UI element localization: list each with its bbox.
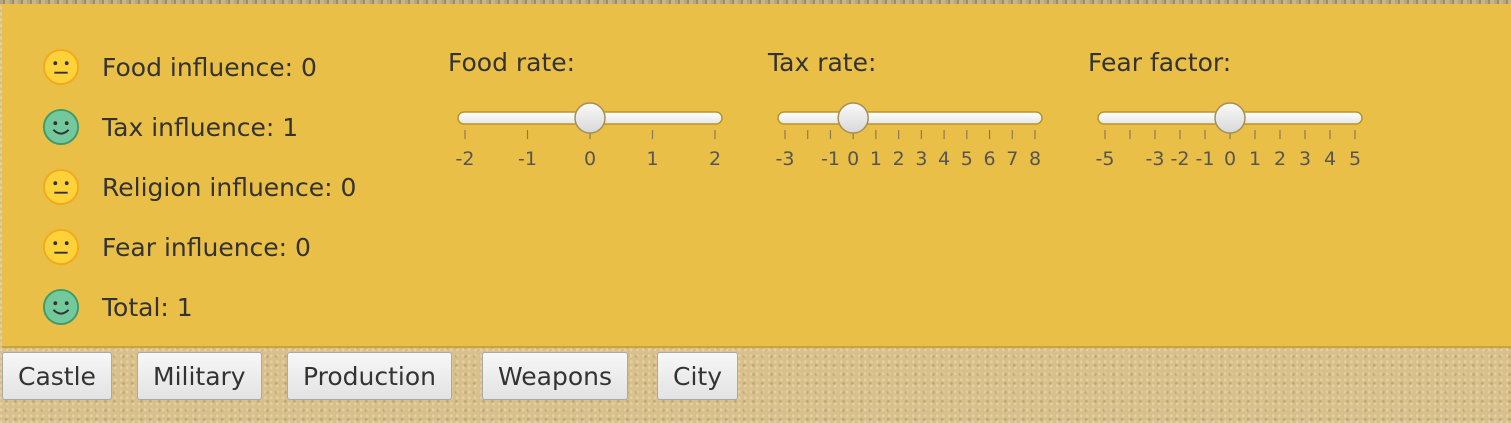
slider-tick-label: 5 <box>1349 148 1361 170</box>
slider-tick-label: 0 <box>847 148 859 170</box>
religion-influence-label: Religion influence: 0 <box>102 172 357 202</box>
neutral-face-icon <box>42 48 80 86</box>
slider-thumb[interactable] <box>1214 102 1246 134</box>
tax-rate-label: Tax rate: <box>768 48 877 77</box>
slider-tick-label: 2 <box>893 148 905 170</box>
slider-tick-label: 2 <box>1274 148 1286 170</box>
slider-tick-label: -1 <box>821 148 840 170</box>
slider-tick-label: 1 <box>646 148 658 170</box>
slider-thumb[interactable] <box>837 102 869 134</box>
slider-tick-label: 0 <box>584 148 596 170</box>
slider-tick-label: 7 <box>1006 148 1018 170</box>
fear-influence-label: Fear influence: 0 <box>102 232 311 262</box>
slider-thumb[interactable] <box>574 102 606 134</box>
slider-tick-label: -5 <box>1096 148 1115 170</box>
tab-military[interactable]: Military <box>137 352 262 400</box>
food-rate-label: Food rate: <box>448 48 576 77</box>
tab-production[interactable]: Production <box>287 352 453 400</box>
fear-factor-label: Fear factor: <box>1088 48 1232 77</box>
slider-tick-label: 2 <box>709 148 721 170</box>
food-influence-label: Food influence: 0 <box>102 52 317 82</box>
slider-tick-label: -1 <box>1196 148 1215 170</box>
slider-tick-label: -3 <box>776 148 795 170</box>
tax-rate-control: Tax rate: -3 -1 0 1 2 3 4 5 6 7 8 <box>768 48 1058 170</box>
slider-tick-label: -1 <box>518 148 537 170</box>
slider-tick-label: -3 <box>1146 148 1165 170</box>
slider-tick-label: 4 <box>1324 148 1336 170</box>
popularity-panel: Food influence: 0 Tax influence: 1 Relig… <box>2 4 1511 348</box>
food-rate-control: Food rate: -2 -1 0 1 2 <box>448 48 738 170</box>
slider-track[interactable] <box>777 111 1043 125</box>
fear-factor-control: Fear factor: -5 -3 -2 -1 0 1 2 3 4 5 <box>1088 48 1378 170</box>
slider-tick-label: -2 <box>1171 148 1190 170</box>
neutral-face-icon <box>42 228 80 266</box>
food-rate-slider[interactable]: -2 -1 0 1 2 <box>448 88 738 170</box>
influence-row-total: Total: 1 <box>42 287 193 327</box>
fear-factor-slider[interactable]: -5 -3 -2 -1 0 1 2 3 4 5 <box>1088 88 1378 170</box>
slider-tick-label: -2 <box>456 148 475 170</box>
slider-tick-label: 4 <box>938 148 950 170</box>
tab-castle[interactable]: Castle <box>2 352 112 400</box>
total-influence-label: Total: 1 <box>102 292 193 322</box>
slider-tick-label: 3 <box>915 148 927 170</box>
tax-rate-slider[interactable]: -3 -1 0 1 2 3 4 5 6 7 8 <box>768 88 1058 170</box>
happy-face-icon <box>42 288 80 326</box>
influence-row-food: Food influence: 0 <box>42 47 317 87</box>
neutral-face-icon <box>42 168 80 206</box>
tax-influence-label: Tax influence: 1 <box>102 112 299 142</box>
slider-tick-label: 8 <box>1029 148 1041 170</box>
slider-tick-label: 3 <box>1299 148 1311 170</box>
tab-city[interactable]: City <box>657 352 738 400</box>
influence-row-religion: Religion influence: 0 <box>42 167 356 207</box>
slider-tick-label: 1 <box>870 148 882 170</box>
influence-row-tax: Tax influence: 1 <box>42 107 298 147</box>
influence-row-fear: Fear influence: 0 <box>42 227 311 267</box>
slider-tick-label: 1 <box>1249 148 1261 170</box>
slider-tick-label: 0 <box>1224 148 1236 170</box>
slider-tick-label: 5 <box>961 148 973 170</box>
happy-face-icon <box>42 108 80 146</box>
slider-tick-label: 6 <box>983 148 995 170</box>
tab-weapons[interactable]: Weapons <box>482 352 628 400</box>
